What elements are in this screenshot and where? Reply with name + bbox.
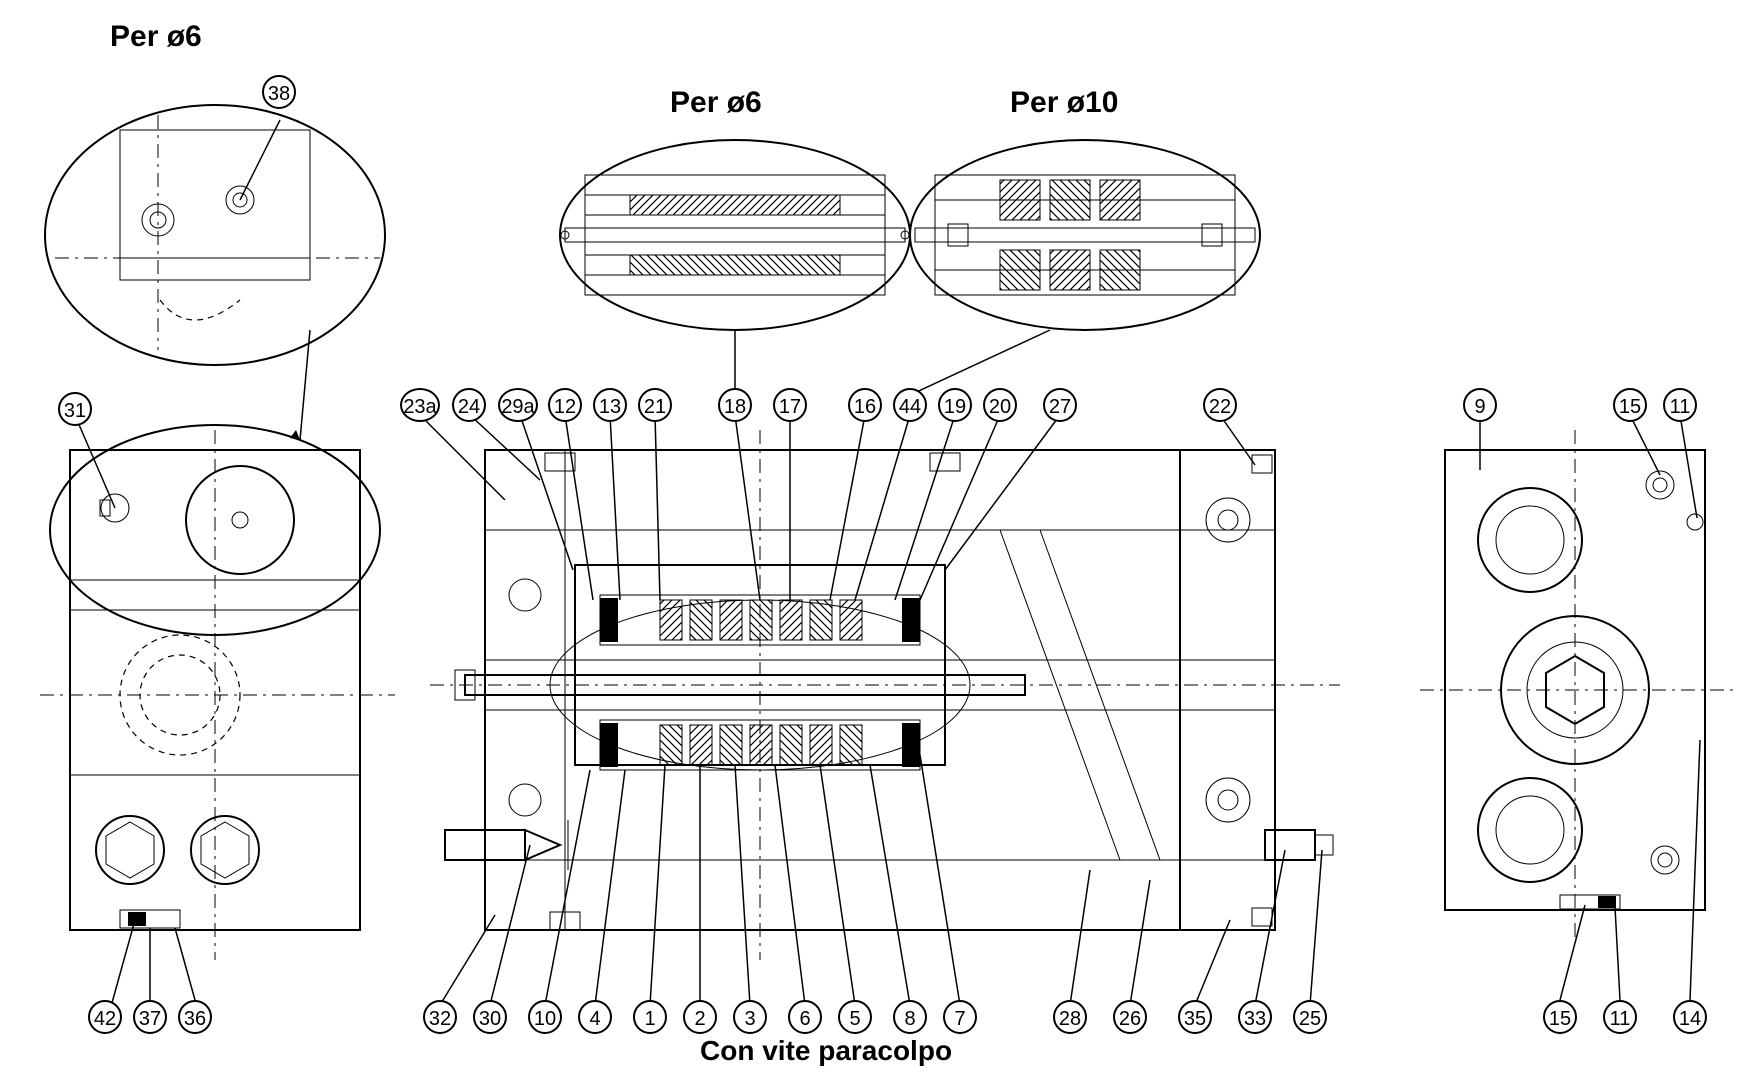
- callout-28: 28: [1053, 1000, 1087, 1034]
- tb-pre: Per: [1010, 86, 1067, 119]
- title-bottom: Con vite paracolpo: [700, 1035, 952, 1067]
- callout-13: 13: [593, 388, 627, 422]
- callout-18: 18: [718, 388, 752, 422]
- callout-19: 19: [938, 388, 972, 422]
- callout-2: 2: [683, 1000, 717, 1034]
- callout-35: 35: [1178, 1000, 1212, 1034]
- callout-11-bottom: 11: [1603, 1000, 1637, 1034]
- callout-14: 14: [1673, 1000, 1707, 1034]
- callout-6: 6: [788, 1000, 822, 1034]
- ta-pre: Per: [670, 86, 727, 119]
- callout-33: 33: [1238, 1000, 1272, 1034]
- callout-38: 38: [262, 75, 296, 109]
- callout-15-top: 15: [1613, 388, 1647, 422]
- callout-29a: 29a: [498, 388, 538, 422]
- callout-44: 44: [893, 388, 927, 422]
- callout-17: 17: [773, 388, 807, 422]
- callout-36: 36: [178, 1000, 212, 1034]
- title-inset-b: Per ø10: [1010, 86, 1118, 120]
- tb-dia: ø: [1067, 86, 1085, 119]
- callout-27: 27: [1043, 388, 1077, 422]
- t1-num: 6: [185, 20, 202, 53]
- t1-pre: Per: [110, 20, 167, 53]
- title-top-left: Per ø6: [110, 20, 202, 54]
- callout-42: 42: [88, 1000, 122, 1034]
- callout-10: 10: [528, 1000, 562, 1034]
- callout-16: 16: [848, 388, 882, 422]
- callout-24: 24: [452, 388, 486, 422]
- callout-4: 4: [578, 1000, 612, 1034]
- callout-7: 7: [943, 1000, 977, 1034]
- ta-dia: ø: [727, 86, 745, 119]
- callout-9: 9: [1463, 388, 1497, 422]
- callout-32: 32: [423, 1000, 457, 1034]
- callout-20: 20: [983, 388, 1017, 422]
- callout-30: 30: [473, 1000, 507, 1034]
- callout-26: 26: [1113, 1000, 1147, 1034]
- callout-11-top: 11: [1663, 388, 1697, 422]
- tb-num: 10: [1085, 86, 1118, 119]
- callout-31: 31: [58, 392, 92, 426]
- callout-5: 5: [838, 1000, 872, 1034]
- callout-3: 3: [733, 1000, 767, 1034]
- callout-37: 37: [133, 1000, 167, 1034]
- callout-22: 22: [1203, 388, 1237, 422]
- ta-num: 6: [745, 86, 762, 119]
- callout-15-bottom: 15: [1543, 1000, 1577, 1034]
- callout-25: 25: [1293, 1000, 1327, 1034]
- callout-8: 8: [893, 1000, 927, 1034]
- callout-21: 21: [638, 388, 672, 422]
- title-inset-a: Per ø6: [670, 86, 762, 120]
- callout-1: 1: [633, 1000, 667, 1034]
- t1-dia: ø: [167, 20, 185, 53]
- callout-12: 12: [548, 388, 582, 422]
- callout-23a: 23a: [400, 388, 440, 422]
